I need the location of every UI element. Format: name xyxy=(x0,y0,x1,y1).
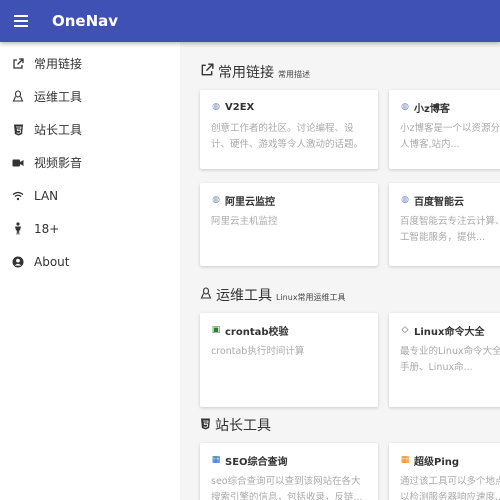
sidebar-item-adult[interactable]: 18+ xyxy=(0,212,180,245)
card-title: V2EX xyxy=(225,101,255,113)
menu-icon[interactable] xyxy=(0,0,42,42)
html5-icon xyxy=(200,418,211,434)
link-card[interactable]: ▦ 超级Ping 通过该工具可以多个地点Ping服务器以检测服务器响应速度... xyxy=(389,443,500,500)
card-description: 创意工作者的社区。讨论编程、设计、硬件、游戏等令人激动的话题。 xyxy=(211,123,364,150)
top-app-bar: OneNav xyxy=(0,0,500,42)
sidebar-item-label: 运维工具 xyxy=(34,90,83,104)
card-title: SEO综合查询 xyxy=(225,456,288,468)
card-description: 最专业的Linux命令大全，Linux命令手册、Linux命... xyxy=(400,346,500,373)
card-title: crontab校验 xyxy=(225,326,289,338)
sidebar-item-webmaster-tools[interactable]: 站长工具 xyxy=(0,113,180,146)
video-icon xyxy=(10,155,26,171)
card-title: 阿里云监控 xyxy=(225,196,275,208)
link-card[interactable]: ▦ SEO综合查询 seo综合查询可以查到该网站在各大搜索引擎的信息，包括收录，反… xyxy=(200,443,378,500)
html5-icon xyxy=(10,122,26,138)
sidebar-item-label: About xyxy=(34,254,70,269)
card-title: 超级Ping xyxy=(414,456,460,468)
seo-icon: ▦ xyxy=(211,455,221,465)
section-header-webmaster-tools: 站长工具 xyxy=(200,415,271,435)
sidebar-item-label: 常用链接 xyxy=(34,57,83,71)
card-description: 百度智能云专注云计算、大数据、人工智能服务，提供... xyxy=(400,216,500,243)
sidebar-item-common-links[interactable]: 常用链接 xyxy=(0,47,180,80)
link-card[interactable]: ▣ crontab校验 crontab执行时间计算 xyxy=(200,313,378,407)
ping-icon: ▦ xyxy=(400,455,410,465)
card-description: crontab执行时间计算 xyxy=(211,346,305,357)
link-card[interactable]: ◍ 百度智能云 百度智能云专注云计算、大数据、人工智能服务，提供... xyxy=(389,183,500,266)
card-description: seo综合查询可以查到该网站在各大搜索引擎的信息，包括收录，反链... xyxy=(211,476,363,500)
section-description: 常用描述 xyxy=(278,70,310,79)
terminal-icon: ▣ xyxy=(211,325,221,335)
link-card[interactable]: ◍ 小z博客 小z博客是一个以资源分享为主的个人博客,站内... xyxy=(389,90,500,169)
card-description: 阿里云主机监控 xyxy=(211,216,278,227)
card-description: 通过该工具可以多个地点Ping服务器以检测服务器响应速度... xyxy=(400,476,500,500)
user-circle-icon xyxy=(10,254,26,270)
sidebar-item-ops-tools[interactable]: 运维工具 xyxy=(0,80,180,113)
sidebar-item-label: 站长工具 xyxy=(34,123,83,137)
section-description: Linux常用运维工具 xyxy=(276,293,346,302)
sidebar-item-label: 18+ xyxy=(34,221,60,236)
globe-icon: ◍ xyxy=(401,102,409,112)
sidebar-item-about[interactable]: About xyxy=(0,245,180,278)
command-icon: ◇ xyxy=(401,325,409,335)
person-icon xyxy=(10,221,26,237)
external-link-icon xyxy=(200,63,214,81)
sidebar: 常用链接 运维工具 站长工具 视频影音 LAN 18+ About xyxy=(0,42,180,500)
section-title: 运维工具 xyxy=(216,288,272,304)
card-title: 百度智能云 xyxy=(414,196,464,208)
external-link-icon xyxy=(10,56,26,72)
globe-icon: ◍ xyxy=(212,195,220,205)
main-content: 常用链接 常用描述 ◍ V2EX 创意工作者的社区。讨论编程、设计、硬件、游戏等令… xyxy=(180,42,500,500)
wifi-icon xyxy=(10,188,26,204)
linux-icon xyxy=(10,89,26,105)
sidebar-item-label: 视频影音 xyxy=(34,156,83,170)
app-title[interactable]: OneNav xyxy=(52,12,118,30)
section-header-common-links: 常用链接 常用描述 xyxy=(200,62,310,82)
globe-icon: ◍ xyxy=(212,102,220,112)
sidebar-item-lan[interactable]: LAN xyxy=(0,179,180,212)
linux-icon xyxy=(200,287,212,304)
section-title: 站长工具 xyxy=(215,418,271,434)
sidebar-item-video[interactable]: 视频影音 xyxy=(0,146,180,179)
section-title: 常用链接 xyxy=(218,65,274,81)
card-title: Linux命令大全 xyxy=(414,326,485,338)
link-card[interactable]: ◍ V2EX 创意工作者的社区。讨论编程、设计、硬件、游戏等令人激动的话题。 xyxy=(200,90,378,169)
link-card[interactable]: ◇ Linux命令大全 最专业的Linux命令大全，Linux命令手册、Linux… xyxy=(389,313,500,407)
globe-icon: ◍ xyxy=(401,195,409,205)
card-title: 小z博客 xyxy=(414,103,450,115)
card-description: 小z博客是一个以资源分享为主的个人博客,站内... xyxy=(400,123,500,150)
section-header-ops-tools: 运维工具 Linux常用运维工具 xyxy=(200,285,346,305)
sidebar-item-label: LAN xyxy=(34,188,59,203)
link-card[interactable]: ◍ 阿里云监控 阿里云主机监控 xyxy=(200,183,378,266)
